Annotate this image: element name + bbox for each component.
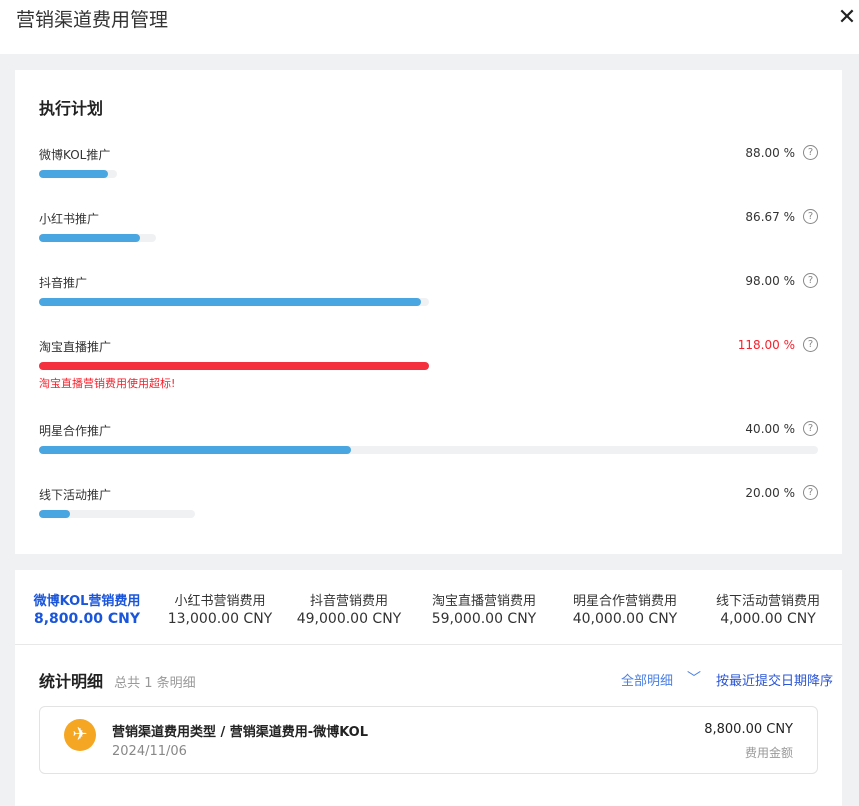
stats-count: 总共 1 条明细 [114, 676, 196, 691]
tab-taobao-live[interactable]: 淘宝直播营销费用 59,000.00 CNY [419, 590, 549, 640]
sort-toggle[interactable]: 按最近提交日期降序 [716, 670, 833, 689]
progress-track [39, 362, 429, 370]
tab-amount: 49,000.00 CNY [296, 611, 402, 627]
plan-row-label: 淘宝直播推广 [39, 340, 112, 354]
progress-track [39, 234, 156, 242]
overspend-warning: 淘宝直播营销费用使用超标! [39, 377, 176, 390]
tab-name: 明星合作营销费用 [572, 594, 677, 609]
tab-name: 线下活动营销费用 [715, 594, 820, 609]
tab-weibo-kol[interactable]: 微博KOL营销费用 8,800.00 CNY [27, 590, 147, 640]
tab-amount: 13,000.00 CNY [167, 611, 273, 627]
help-icon[interactable]: ? [803, 209, 818, 224]
progress-fill [39, 234, 141, 242]
record-amount-label: 费用金额 [744, 746, 793, 760]
progress-fill [39, 362, 429, 370]
progress-fill [39, 298, 422, 306]
fee-detail-card: 微博KOL营销费用 8,800.00 CNY 小红书营销费用 13,000.00… [15, 570, 842, 806]
help-icon[interactable]: ? [803, 421, 818, 436]
tab-douyin[interactable]: 抖音营销费用 49,000.00 CNY [289, 590, 409, 640]
plan-row-percent: 86.67 % [745, 210, 795, 224]
progress-fill [39, 510, 71, 518]
progress-fill [39, 446, 351, 454]
help-icon[interactable]: ? [803, 273, 818, 288]
progress-track [39, 170, 117, 178]
plan-row-label: 明星合作推广 [39, 424, 112, 438]
tab-amount: 4,000.00 CNY [720, 611, 816, 627]
title-bar: 营销渠道费用管理 ✕ [0, 0, 859, 54]
tab-name: 淘宝直播营销费用 [431, 594, 536, 609]
record-name: 营销渠道费用类型 / 营销渠道费用-微博KOL [112, 725, 369, 740]
plan-row-percent: 40.00 % [745, 422, 795, 436]
tab-amount: 59,000.00 CNY [431, 611, 537, 627]
list-item[interactable]: ✈ 营销渠道费用类型 / 营销渠道费用-微博KOL 2024/11/06 8,8… [39, 706, 818, 774]
record-date: 2024/11/06 [112, 744, 187, 759]
plan-row-label: 微博KOL推广 [39, 148, 111, 162]
progress-track [39, 446, 818, 454]
plan-row-percent: 98.00 % [745, 274, 795, 288]
chevron-down-icon[interactable]: ﹀ [687, 668, 701, 688]
plan-row-percent: 118.00 % [737, 338, 795, 352]
help-icon[interactable]: ? [803, 485, 818, 500]
tab-amount: 8,800.00 CNY [33, 611, 141, 627]
plan-row-label: 小红书推广 [39, 212, 100, 226]
filter-dropdown[interactable]: 全部明细 [621, 670, 673, 689]
help-icon[interactable]: ? [803, 145, 818, 160]
close-icon[interactable]: ✕ [835, 6, 859, 30]
tab-amount: 40,000.00 CNY [572, 611, 678, 627]
plan-row-percent: 88.00 % [745, 146, 795, 160]
plan-row-label: 抖音推广 [39, 276, 88, 290]
progress-track [39, 510, 195, 518]
tab-celebrity[interactable]: 明星合作营销费用 40,000.00 CNY [560, 590, 690, 640]
tab-name: 抖音营销费用 [309, 594, 388, 609]
record-amount: 8,800.00 CNY [704, 722, 793, 737]
tab-offline-events[interactable]: 线下活动营销费用 4,000.00 CNY [702, 590, 834, 640]
tab-xiaohongshu[interactable]: 小红书营销费用 13,000.00 CNY [160, 590, 280, 640]
page-title: 营销渠道费用管理 [16, 9, 169, 31]
execution-plan-card: 执行计划 微博KOL推广 88.00 % ? 小红书推广 86.67 % ? 抖… [15, 70, 842, 554]
fee-tabs: 微博KOL营销费用 8,800.00 CNY 小红书营销费用 13,000.00… [15, 570, 842, 645]
tab-name: 微博KOL营销费用 [33, 594, 141, 609]
airplane-icon: ✈ [64, 719, 96, 751]
plan-row-percent: 20.00 % [745, 486, 795, 500]
progress-track [39, 298, 429, 306]
stats-header: 统计明细 总共 1 条明细 全部明细 ﹀ 按最近提交日期降序 [39, 668, 833, 692]
help-icon[interactable]: ? [803, 337, 818, 352]
tab-name: 小红书营销费用 [174, 594, 266, 609]
stats-title: 统计明细 [39, 672, 104, 691]
plan-row-label: 线下活动推广 [39, 488, 112, 502]
progress-fill [39, 170, 108, 178]
plan-heading: 执行计划 [39, 99, 104, 118]
